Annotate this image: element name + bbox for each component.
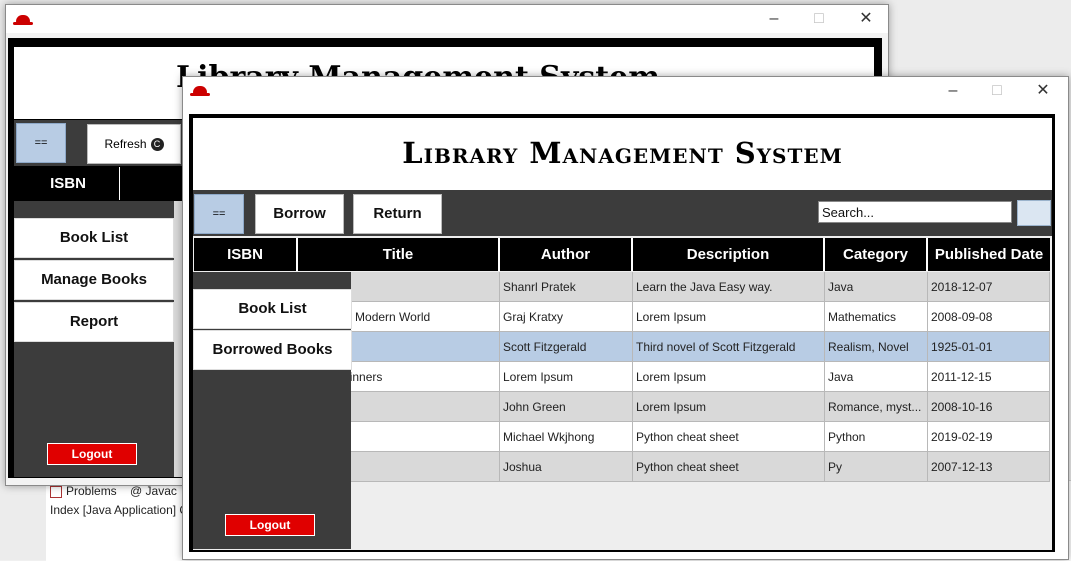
ide-tab-row: Problems @ Javac bbox=[50, 484, 177, 498]
refresh-label: Refresh bbox=[104, 137, 147, 151]
column-published-date[interactable]: Published Date bbox=[928, 238, 1050, 271]
table-cell-date: 2011-12-15 bbox=[928, 362, 1050, 392]
javadoc-tab[interactable]: @ Javac bbox=[130, 484, 177, 498]
search-input[interactable]: Search... bbox=[818, 201, 1012, 223]
maximize-icon[interactable]: □ bbox=[985, 81, 1009, 101]
menu-toggle-button[interactable]: == bbox=[194, 194, 244, 234]
back-logout-button[interactable]: Logout bbox=[47, 443, 137, 465]
refresh-icon: C bbox=[150, 138, 164, 152]
table-cell-date: 2018-12-07 bbox=[928, 272, 1050, 302]
table-cell-category: Py bbox=[825, 452, 928, 482]
page-title: Library Management System bbox=[402, 136, 843, 170]
close-icon[interactable]: ✕ bbox=[854, 9, 878, 29]
sidebar-item-borrowed-books[interactable]: Borrowed Books bbox=[193, 330, 352, 370]
redhat-icon bbox=[13, 15, 33, 25]
borrow-button[interactable]: Borrow bbox=[255, 194, 344, 234]
table-cell-date: 2008-10-16 bbox=[928, 392, 1050, 422]
back-sidebar-item-book-list[interactable]: Book List bbox=[14, 218, 174, 258]
return-button[interactable]: Return bbox=[353, 194, 442, 234]
back-column-isbn[interactable]: ISBN bbox=[17, 167, 120, 200]
back-sidebar-item-report[interactable]: Report bbox=[14, 302, 174, 342]
front-titlebar: – □ ✕ bbox=[183, 77, 1068, 105]
table-cell-category: Java bbox=[825, 362, 928, 392]
back-sidebar-item-manage-books[interactable]: Manage Books bbox=[14, 260, 174, 300]
back-table-header bbox=[121, 167, 181, 200]
table-cell-author: Joshua bbox=[500, 452, 633, 482]
table-cell-category: Mathematics bbox=[825, 302, 928, 332]
close-icon[interactable]: ✕ bbox=[1031, 81, 1055, 101]
redhat-icon bbox=[190, 86, 210, 96]
back-titlebar: – □ ✕ bbox=[6, 5, 888, 33]
table-cell-category: Romance, myst... bbox=[825, 392, 928, 422]
column-author[interactable]: Author bbox=[500, 238, 633, 271]
table-cell-description: Python cheat sheet bbox=[633, 422, 825, 452]
table-cell-author: John Green bbox=[500, 392, 633, 422]
back-menu-toggle-button[interactable]: == bbox=[16, 123, 66, 163]
table-cell-date: 2008-09-08 bbox=[928, 302, 1050, 332]
table-cell-date: 1925-01-01 bbox=[928, 332, 1050, 362]
table-cell-description: Lorem Ipsum bbox=[633, 392, 825, 422]
table-cell-date: 2019-02-19 bbox=[928, 422, 1050, 452]
maximize-icon[interactable]: □ bbox=[807, 9, 831, 29]
column-title[interactable]: Title bbox=[298, 238, 500, 271]
table-cell-description: Lorem Ipsum bbox=[633, 302, 825, 332]
problems-tab[interactable]: Problems bbox=[66, 484, 117, 498]
table-cell-date: 2007-12-13 bbox=[928, 452, 1050, 482]
table-cell-author: Scott Fitzgerald bbox=[500, 332, 633, 362]
table-cell-category: Python bbox=[825, 422, 928, 452]
table-cell-description: Python cheat sheet bbox=[633, 452, 825, 482]
table-cell-description: Learn the Java Easy way. bbox=[633, 272, 825, 302]
column-category[interactable]: Category bbox=[825, 238, 928, 271]
table-cell-author: Graj Kratxy bbox=[500, 302, 633, 332]
column-isbn[interactable]: ISBN bbox=[194, 238, 298, 271]
minimize-icon[interactable]: – bbox=[941, 81, 965, 101]
logout-button[interactable]: Logout bbox=[225, 514, 315, 536]
table-cell-author: Michael Wkjhong bbox=[500, 422, 633, 452]
column-description[interactable]: Description bbox=[633, 238, 825, 271]
console-line: Index [Java Application] C bbox=[50, 503, 189, 517]
table-cell-author: Lorem Ipsum bbox=[500, 362, 633, 392]
table-cell-description: Lorem Ipsum bbox=[633, 362, 825, 392]
table-cell-author: Shanrl Pratek bbox=[500, 272, 633, 302]
sidebar-item-book-list[interactable]: Book List bbox=[193, 289, 352, 329]
refresh-button[interactable]: Refresh C bbox=[87, 124, 181, 164]
search-button[interactable] bbox=[1017, 200, 1051, 226]
table-cell-description: Third novel of Scott Fitzgerald bbox=[633, 332, 825, 362]
minimize-icon[interactable]: – bbox=[762, 9, 786, 29]
table-cell-category: Java bbox=[825, 272, 928, 302]
table-cell-category: Realism, Novel bbox=[825, 332, 928, 362]
problems-icon bbox=[50, 485, 62, 498]
back-table-strip bbox=[174, 201, 182, 477]
